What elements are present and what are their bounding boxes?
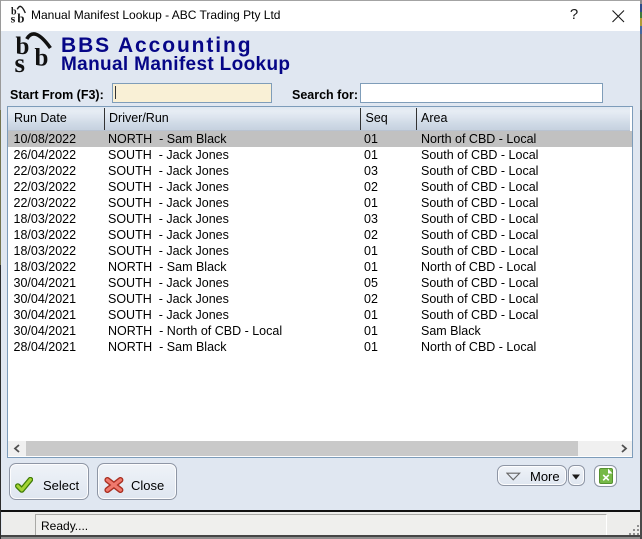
svg-text:b: b xyxy=(35,45,49,72)
svg-text:s: s xyxy=(11,12,16,24)
svg-text:s: s xyxy=(15,48,26,75)
svg-text:b: b xyxy=(17,11,24,25)
